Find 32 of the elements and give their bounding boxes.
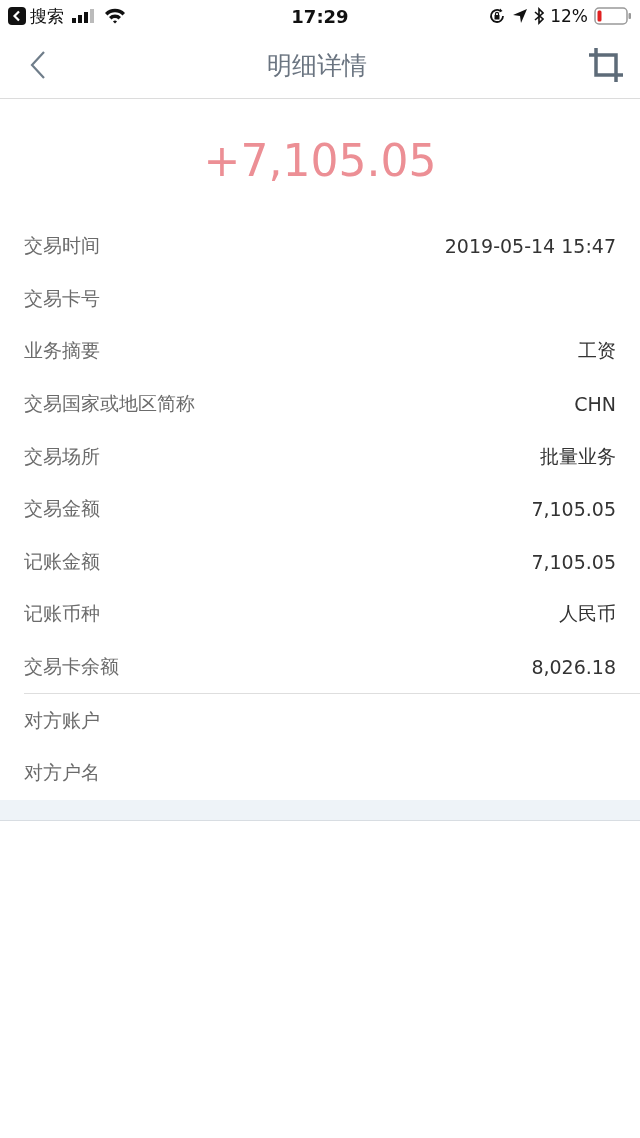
detail-label: 记账币种 [24,601,100,627]
detail-value: 工资 [578,338,616,364]
detail-value: CHN [574,393,616,416]
back-icon[interactable] [30,51,46,79]
detail-label: 记账金额 [24,548,100,574]
detail-value: 7,105.05 [531,550,616,573]
detail-value: 2019-05-14 15:47 [444,235,616,258]
detail-label: 对方账户 [24,707,100,733]
rotation-lock-icon [488,7,507,25]
detail-label: 交易卡号 [24,285,100,311]
back-to-app-button[interactable]: 搜索 [8,4,64,28]
detail-value: 7,105.05 [531,498,616,521]
detail-label: 交易卡余额 [24,654,119,680]
transaction-amount: +7,105.05 [202,134,438,188]
detail-label: 交易时间 [24,233,100,259]
crop-icon[interactable] [588,47,624,83]
page-title: 明细详情 [267,49,367,82]
detail-label: 对方户名 [24,760,100,786]
detail-value: 人民币 [559,601,616,627]
detail-label: 业务摘要 [24,338,100,364]
battery-percent: 12% [550,6,588,26]
wifi-icon [104,8,126,24]
detail-label: 交易国家或地区简称 [24,391,195,417]
signal-icon [72,9,96,23]
bluetooth-icon [534,7,545,25]
detail-label: 交易金额 [24,496,100,522]
status-time: 17:29 [290,5,350,27]
detail-value: 8,026.18 [531,656,616,679]
location-icon [512,8,529,24]
battery-icon [594,7,632,25]
detail-value: 批量业务 [540,443,616,469]
detail-label: 交易场所 [24,443,100,469]
